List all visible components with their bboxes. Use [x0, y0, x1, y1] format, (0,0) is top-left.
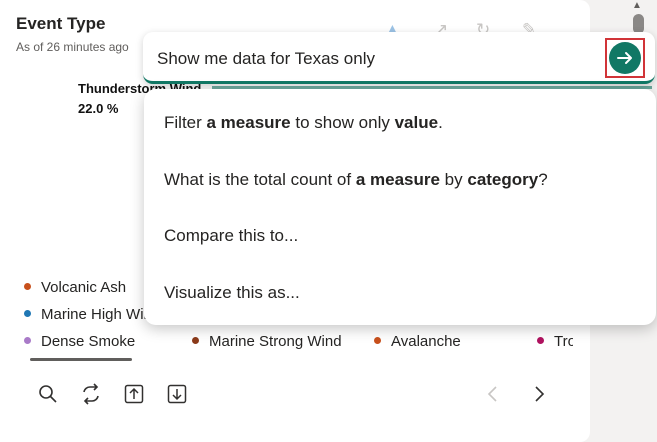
search-button[interactable]: [37, 383, 59, 405]
suggestion-text: .: [438, 113, 443, 132]
previous-button[interactable]: [482, 383, 504, 405]
suggestion-total-count[interactable]: What is the total count of a measure by …: [164, 170, 548, 190]
suggestion-text: to show only: [290, 113, 395, 132]
legend-dot: [192, 336, 199, 344]
qa-input-box[interactable]: Show me data for Texas only: [143, 32, 655, 84]
submit-circle: [609, 42, 641, 74]
suggestion-token: a measure: [206, 113, 291, 132]
suggestion-token: a measure: [355, 170, 440, 189]
suggestion-text: Filter: [164, 113, 207, 132]
suggestion-text: ?: [538, 170, 548, 189]
suggestion-text: Compare this to...: [164, 226, 299, 245]
legend-item[interactable]: Dense Smoke: [24, 333, 135, 351]
legend-label: Marine Strong Wind: [209, 333, 342, 350]
suggestion-text: by: [439, 170, 468, 189]
legend-label: Avalanche: [391, 333, 461, 350]
legend-dot: [24, 309, 31, 317]
switch-button[interactable]: [80, 383, 102, 405]
scroll-up-icon[interactable]: ▲: [632, 0, 642, 11]
suggestion-text: What is the total count of: [164, 170, 356, 189]
legend-item[interactable]: Marine Strong Wind: [192, 333, 342, 351]
legend-label: Dense Smoke: [41, 333, 136, 350]
legend-dot: [374, 336, 381, 344]
legend-scrollbar[interactable]: [30, 358, 132, 361]
search-icon: [39, 385, 57, 403]
legend-label: Volcanic Ash: [41, 279, 127, 296]
card-title: Event Type: [16, 14, 106, 33]
suggestion-compare[interactable]: Compare this to...: [164, 226, 298, 246]
legend-item[interactable]: Tropical Storm: [537, 333, 573, 351]
download-icon: [167, 384, 187, 404]
arrow-right-icon: [617, 52, 632, 64]
suggestion-token: category: [467, 170, 539, 189]
export-down-button[interactable]: [166, 383, 188, 405]
submit-button[interactable]: [605, 38, 645, 78]
card-subtitle: As of 26 minutes ago: [16, 40, 129, 54]
chevron-right-icon: [535, 386, 545, 402]
legend-item[interactable]: Avalanche: [374, 333, 461, 351]
suggestion-text: Visualize this as...: [164, 283, 300, 302]
qa-input[interactable]: Show me data for Texas only: [157, 49, 375, 69]
legend-label: Tropical Storm: [554, 333, 573, 350]
legend-label: Marine High Wind: [41, 306, 161, 323]
suggestion-visualize[interactable]: Visualize this as...: [164, 283, 300, 303]
upload-icon: [124, 384, 144, 404]
legend-dot: [24, 282, 31, 290]
legend-dot: [24, 336, 31, 344]
suggestion-token: value: [394, 113, 439, 132]
chevron-left-icon: [487, 386, 497, 402]
legend-item[interactable]: Marine High Wind: [24, 306, 160, 324]
scrollbar-thumb[interactable]: [633, 14, 644, 34]
legend-dot: [537, 336, 544, 344]
suggestion-filter[interactable]: Filter a measure to show only value.: [164, 113, 443, 133]
next-button[interactable]: [528, 383, 550, 405]
switch-icon: [83, 383, 99, 405]
export-up-button[interactable]: [123, 383, 145, 405]
legend-item[interactable]: Volcanic Ash: [24, 279, 126, 297]
suggestions-panel: Filter a measure to show only value. Wha…: [144, 89, 656, 325]
highlight-value: 22.0 %: [78, 101, 119, 116]
